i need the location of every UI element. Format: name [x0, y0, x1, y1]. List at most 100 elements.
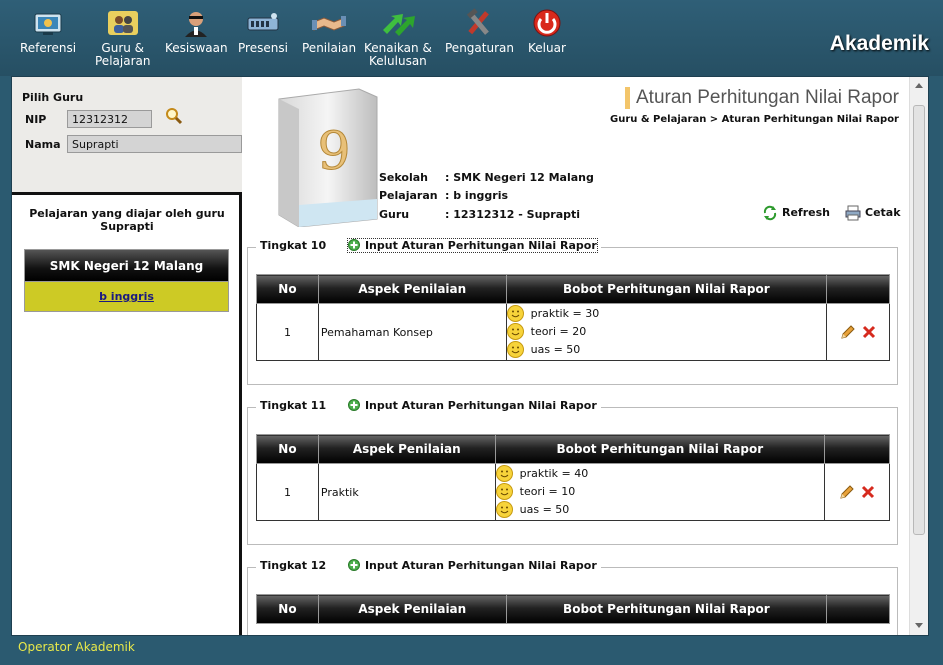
teachers-icon	[107, 11, 138, 35]
col-aspek: Aspek Penilaian	[317, 434, 496, 464]
tools-icon	[467, 8, 490, 35]
col-no: No	[256, 434, 319, 464]
col-no: No	[256, 594, 319, 624]
promotion-arrows-icon	[382, 14, 415, 36]
input-aturan-link[interactable]: Input Aturan Perhitungan Nilai Rapor	[346, 238, 598, 253]
input-aturan-label: Input Aturan Perhitungan Nilai Rapor	[364, 559, 597, 572]
scroll-up-arrow[interactable]	[915, 83, 923, 88]
bobot-text: teori = 10	[519, 485, 576, 498]
nav-item-keluar[interactable]: Keluar	[528, 8, 566, 55]
smiley-icon	[506, 305, 524, 322]
aturan-table: No Aspek Penilaian Bobot Perhitungan Nil…	[256, 594, 890, 624]
tingkat-legend: Tingkat 12 Input Aturan Perhitungan Nila…	[256, 559, 601, 572]
col-actions	[826, 274, 890, 304]
nav-item-kesiswaan[interactable]: Kesiswaan	[165, 8, 228, 55]
row-actions	[824, 463, 890, 521]
bobot-text: uas = 50	[530, 343, 581, 356]
col-bobot: Bobot Perhitungan Nilai Rapor	[505, 594, 828, 624]
pelajaran-label: Pelajaran	[379, 189, 438, 202]
bobot-item: praktik = 30	[506, 305, 826, 323]
tingkat-11-section: Tingkat 11 Input Aturan Perhitungan Nila…	[247, 399, 898, 545]
col-actions	[824, 434, 890, 464]
reference-monitor-icon	[34, 13, 62, 35]
subject-link[interactable]: b inggris	[24, 282, 229, 312]
row-no: 1	[256, 463, 319, 521]
input-aturan-link[interactable]: Input Aturan Perhitungan Nilai Rapor	[347, 399, 597, 412]
nav-item-pengaturan[interactable]: Pengaturan	[445, 8, 514, 55]
row-actions	[826, 303, 890, 361]
vertical-scrollbar[interactable]	[909, 77, 928, 635]
app-title: Akademik	[829, 32, 929, 55]
nip-label: NIP	[25, 113, 47, 126]
nav-label: Keluar	[528, 41, 566, 55]
folder-number: 9	[317, 122, 350, 182]
bobot-item: uas = 50	[506, 341, 826, 359]
nama-label: Nama	[25, 138, 61, 151]
delete-icon[interactable]	[861, 485, 875, 499]
nav-item-penilaian[interactable]: Penilaian	[302, 8, 356, 55]
table-row: 1 Praktik praktik = 40 teori = 10 uas = …	[256, 463, 890, 521]
pilih-guru-title: Pilih Guru	[22, 91, 84, 104]
nav-label-2: Kelulusan	[369, 54, 427, 68]
nav-label: Penilaian	[302, 41, 357, 55]
student-icon	[185, 12, 208, 37]
guru-value: : 12312312 - Suprapti	[445, 208, 581, 221]
row-bobot: praktik = 30 teori = 20 uas = 50	[505, 303, 828, 361]
nav-label-2: Pelajaran	[95, 54, 151, 68]
printer-icon	[845, 205, 861, 221]
nav-item-presensi[interactable]: Presensi	[238, 8, 288, 55]
add-icon	[347, 239, 360, 251]
input-aturan-link[interactable]: Input Aturan Perhitungan Nilai Rapor	[347, 559, 597, 572]
scroll-down-arrow[interactable]	[915, 623, 923, 628]
page-title: Aturan Perhitungan Nilai Rapor	[625, 87, 899, 109]
nip-field[interactable]: 12312312	[67, 110, 152, 128]
cetak-button[interactable]: Cetak	[845, 205, 901, 221]
search-icon[interactable]	[165, 107, 183, 125]
bobot-text: teori = 20	[530, 325, 587, 338]
info-guru: Guru: 12312312 - Suprapti	[379, 208, 580, 221]
top-navigation-bar: Referensi Guru & Pelajaran Kesiswaan Pre…	[0, 0, 943, 76]
main-frame: Pilih Guru NIP 12312312 Nama Suprapti Pe…	[11, 76, 929, 636]
bobot-item: teori = 10	[495, 483, 824, 501]
tingkat-12-section: Tingkat 12 Input Aturan Perhitungan Nila…	[247, 559, 898, 635]
smiley-icon	[495, 483, 513, 500]
col-aspek: Aspek Penilaian	[317, 594, 507, 624]
row-aspek: Pemahaman Konsep	[317, 303, 507, 361]
aturan-table: No Aspek Penilaian Bobot Perhitungan Nil…	[256, 274, 890, 361]
left-panel: Pilih Guru NIP 12312312 Nama Suprapti Pe…	[12, 77, 242, 635]
tingkat-title: Tingkat 11	[260, 399, 327, 412]
bobot-item: praktik = 40	[495, 465, 824, 483]
smiley-icon	[495, 465, 513, 482]
handshake-icon	[312, 16, 347, 31]
refresh-label: Refresh	[782, 206, 830, 219]
nav-item-guru-pelajaran[interactable]: Guru & Pelajaran	[95, 8, 150, 68]
smiley-icon	[495, 501, 513, 518]
attendance-icon	[247, 13, 279, 31]
pilih-guru-box: Pilih Guru NIP 12312312 Nama Suprapti	[12, 77, 242, 195]
col-bobot: Bobot Perhitungan Nilai Rapor	[494, 434, 826, 464]
tingkat-title: Tingkat 12	[260, 559, 327, 572]
col-no: No	[256, 274, 319, 304]
delete-icon[interactable]	[862, 325, 876, 339]
aturan-table: No Aspek Penilaian Bobot Perhitungan Nil…	[256, 434, 890, 521]
edit-pencil-icon[interactable]	[840, 324, 855, 340]
input-aturan-label: Input Aturan Perhitungan Nilai Rapor	[364, 399, 597, 412]
col-actions	[826, 594, 890, 624]
table-row: 1 Pemahaman Konsep praktik = 30 teori = …	[256, 303, 890, 361]
content-area: 9 Aturan Perhitungan Nilai Rapor Guru & …	[245, 77, 909, 635]
nav-item-referensi[interactable]: Referensi	[20, 8, 76, 55]
scroll-thumb[interactable]	[913, 105, 925, 535]
nav-label: Kesiswaan	[165, 41, 228, 55]
input-aturan-label: Input Aturan Perhitungan Nilai Rapor	[364, 239, 597, 252]
bobot-item: uas = 50	[495, 501, 824, 519]
nav-label: Pengaturan	[445, 41, 514, 55]
power-icon	[533, 9, 561, 37]
edit-pencil-icon[interactable]	[839, 484, 854, 500]
tingkat-legend: Tingkat 10 Input Aturan Perhitungan Nila…	[256, 238, 601, 253]
nama-field[interactable]: Suprapti	[67, 135, 242, 153]
nav-item-kenaikan-kelulusan[interactable]: Kenaikan & Kelulusan	[364, 8, 432, 68]
school-header: SMK Negeri 12 Malang	[24, 249, 229, 282]
tingkat-10-section: Tingkat 10 Input Aturan Perhitungan Nila…	[247, 238, 898, 385]
refresh-button[interactable]: Refresh	[762, 205, 830, 221]
footer-operator-label: Operator Akademik	[18, 640, 135, 654]
